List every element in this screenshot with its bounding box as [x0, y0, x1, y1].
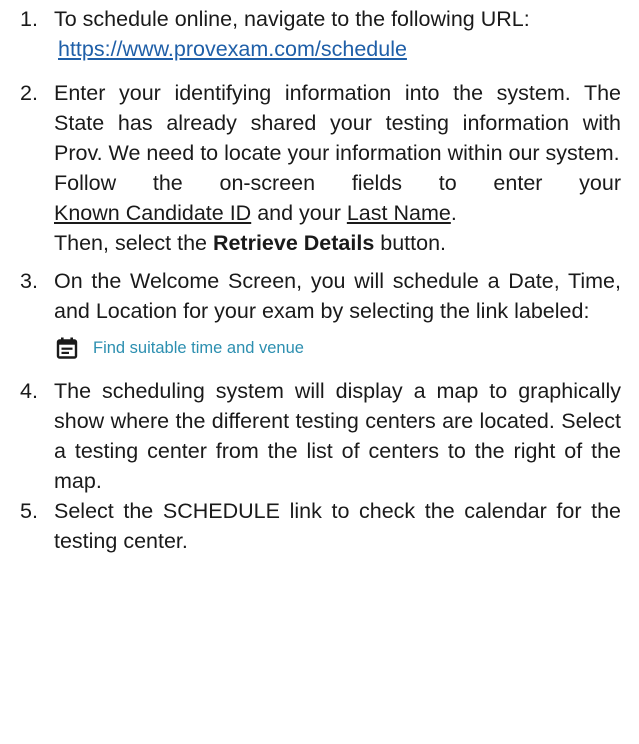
step-4: 4. The scheduling system will display a …: [20, 376, 621, 496]
steps-list: 1. To schedule online, navigate to the f…: [20, 4, 621, 556]
step-text-line: Known Candidate ID and your Last Name.: [54, 198, 621, 228]
step-text: The scheduling system will display a map…: [54, 379, 621, 493]
step-body: On the Welcome Screen, you will schedule…: [54, 266, 621, 362]
step-text: Select the SCHEDULE link to check the ca…: [54, 499, 621, 553]
inline-text: Then, select the: [54, 231, 213, 255]
step-text: Enter your identifying information into …: [54, 81, 621, 165]
step-2: 2. Enter your identifying information in…: [20, 78, 621, 258]
step-body: Enter your identifying information into …: [54, 78, 621, 258]
step-number: 3.: [20, 269, 38, 293]
step-5: 5. Select the SCHEDULE link to check the…: [20, 496, 621, 556]
last-name-label: Last Name: [346, 201, 451, 225]
inline-text: button.: [374, 231, 447, 255]
step-text-line: Then, select the Retrieve Details button…: [54, 228, 621, 258]
step-body: To schedule online, navigate to the foll…: [54, 4, 621, 64]
find-suitable-time-link[interactable]: Find suitable time and venue: [56, 334, 621, 362]
find-suitable-time-label: Find suitable time and venue: [93, 339, 304, 357]
instructions-document: 1. To schedule online, navigate to the f…: [0, 0, 639, 744]
known-candidate-id-label: Known Candidate ID: [54, 201, 252, 225]
step-text: On the Welcome Screen, you will schedule…: [54, 269, 621, 323]
step-number: 2.: [20, 81, 38, 105]
step-number: 5.: [20, 499, 38, 523]
retrieve-details-label: Retrieve Details: [212, 231, 375, 255]
step-body: The scheduling system will display a map…: [54, 376, 621, 496]
step-number: 4.: [20, 379, 38, 403]
step-3: 3. On the Welcome Screen, you will sched…: [20, 266, 621, 362]
step-text: To schedule online, navigate to the foll…: [54, 7, 530, 31]
schedule-url-link[interactable]: https://www.provexam.com/schedule: [58, 34, 407, 64]
inline-text: .: [450, 201, 457, 225]
step-text-line: Follow the on-screen fields to enter you…: [54, 171, 621, 195]
inline-text: and your: [251, 201, 347, 225]
step-body: Select the SCHEDULE link to check the ca…: [54, 496, 621, 556]
step-1: 1. To schedule online, navigate to the f…: [20, 4, 621, 64]
calendar-icon: [56, 337, 78, 359]
step-number: 1.: [20, 7, 38, 31]
